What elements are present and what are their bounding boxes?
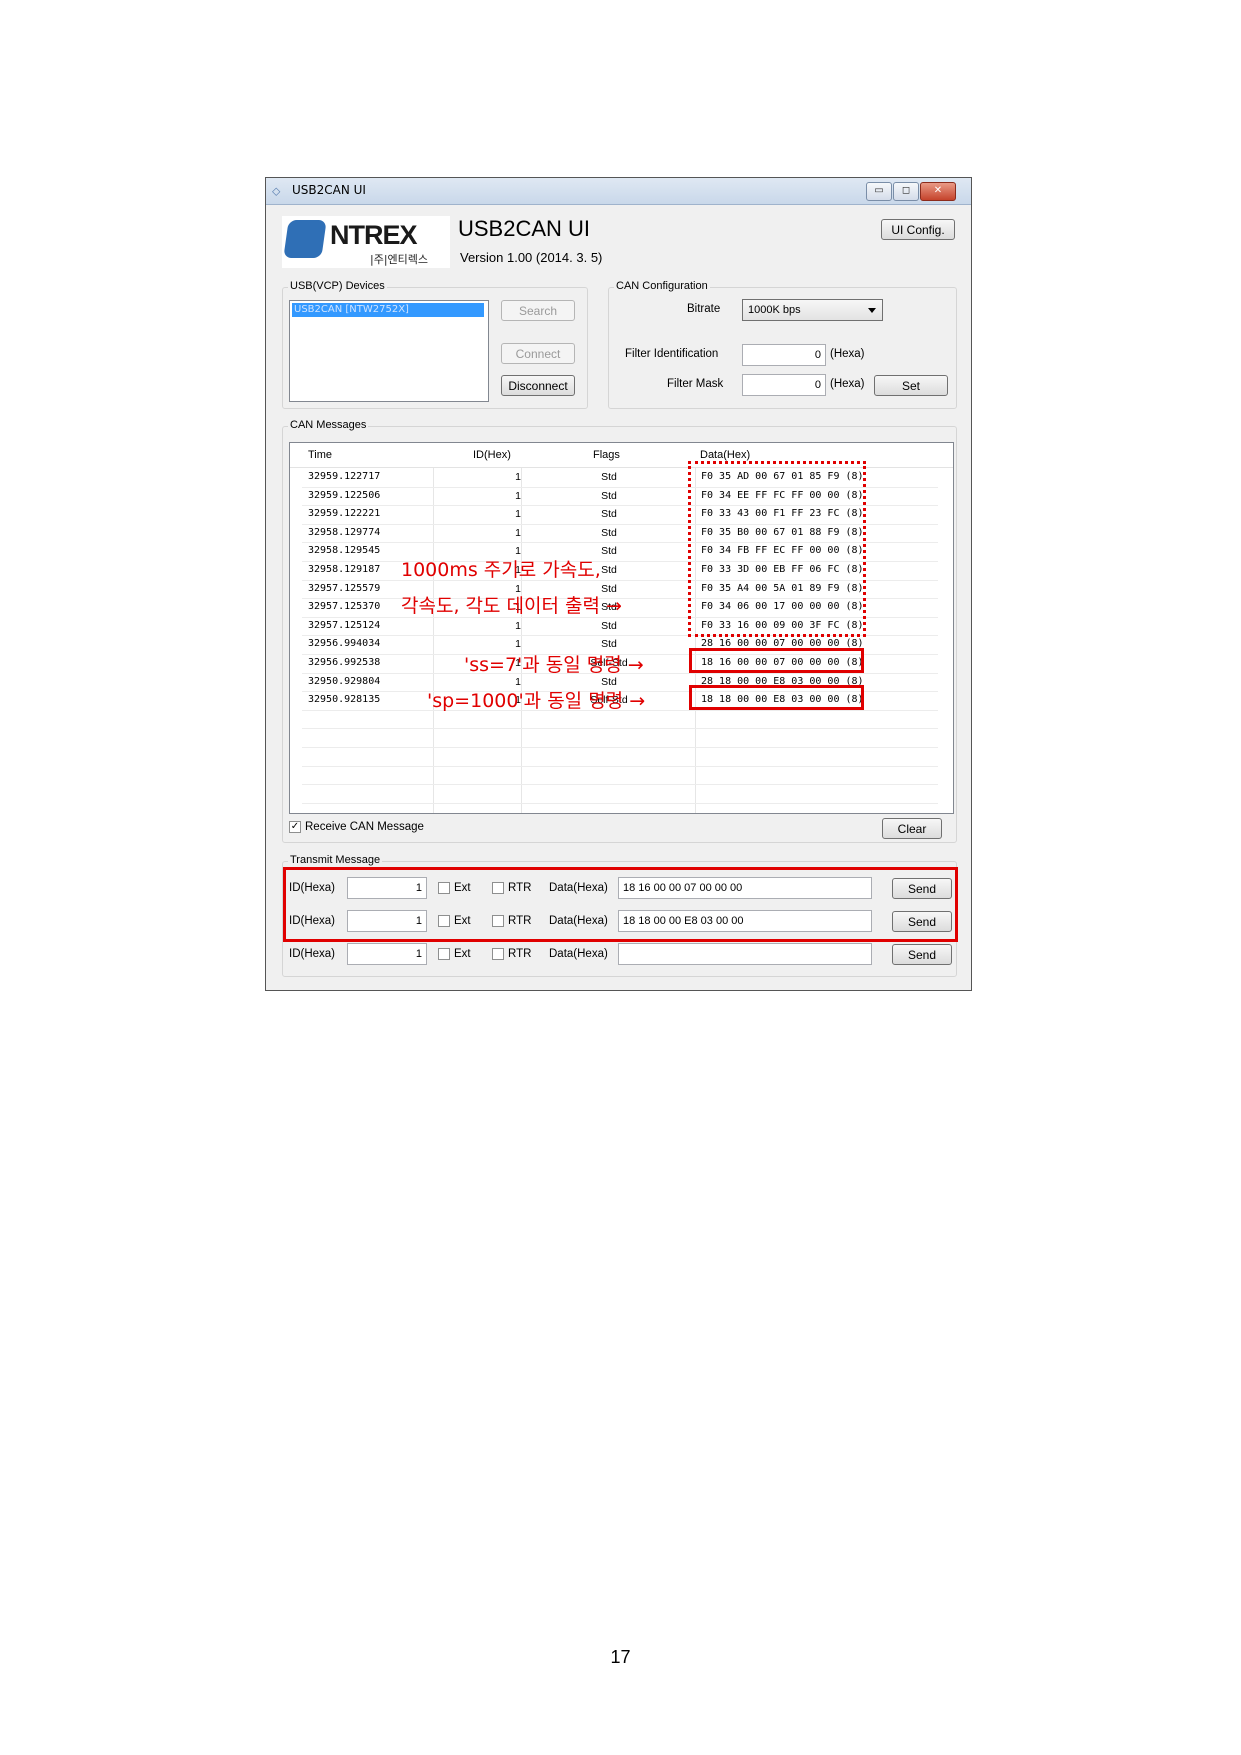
col-data[interactable]: Data(Hex) [700,449,750,461]
table-row-line [302,784,938,786]
row-flags: Std [601,638,617,651]
disconnect-button[interactable]: Disconnect [501,375,575,396]
receive-checkbox[interactable]: ✓ [289,821,301,833]
chevron-down-icon [868,308,876,313]
table-row-line [302,802,938,804]
app-icon: ⬦ [272,184,281,198]
filter-id-input[interactable]: 0 [742,344,826,366]
col-flags[interactable]: Flags [593,449,620,461]
row-time: 32957.125370 [308,601,381,613]
row-flags: Std [601,489,617,502]
row-time: 32959.122717 [308,471,381,482]
app-title: USB2CAN UI [458,216,591,241]
filter-mask-input[interactable]: 0 [742,374,826,396]
usb-devices-label: USB(VCP) Devices [288,280,387,292]
tx-ext-label: Ext [454,948,471,960]
page-number: 17 [610,1647,631,1667]
transmit-highlight-box [283,867,958,942]
set-button[interactable]: Set [874,375,948,396]
ss-response-highlight-box [689,648,864,673]
usb2can-window: ⬦ USB2CAN UI ▭ ◻ ✕ NTREX |주|엔티렉스 USB2CAN… [265,177,972,991]
window-title: USB2CAN UI [292,183,366,197]
search-button[interactable]: Search [501,300,575,321]
row-time: 32950.928135 [308,694,381,706]
tx-id-label: ID(Hexa) [289,948,336,960]
row-time: 32956.994034 [308,638,381,650]
annotation-ss: 'ss=7'과 동일 명령 → [464,654,644,676]
usb-device-list[interactable]: USB2CAN [NTW2752X] [289,300,489,402]
row-time: 32958.129187 [308,564,381,575]
row-flags: Std [601,508,617,521]
filter-id-label: Filter Identification [625,348,719,360]
filter-mask-label: Filter Mask [667,378,724,390]
can-messages-label: CAN Messages [288,419,369,431]
row-time: 32957.125579 [308,582,381,594]
logo-brand: NTREX [330,220,418,250]
tx-id-input[interactable]: 1 [347,943,427,965]
connect-button[interactable]: Connect [501,343,575,364]
app-version: Version 1.00 (2014. 3. 5) [460,250,603,265]
bitrate-value: 1000K bps [748,304,801,316]
tx-rtr-label: RTR [508,948,532,960]
row-time: 32950.929804 [308,675,381,687]
table-row-line [302,728,938,730]
can-config-label: CAN Configuration [614,280,710,292]
filter-mask-unit: (Hexa) [830,378,865,390]
column-divider [433,443,434,813]
ntrex-logo: NTREX |주|엔티렉스 [282,216,450,268]
row-flags: Std [601,619,617,632]
row-flags: Std [601,471,617,483]
bitrate-label: Bitrate [687,303,721,315]
annotation-output: 각속도, 각도 데이터 출력 → [401,595,622,617]
table-row-line [302,765,938,767]
title-bar: ⬦ USB2CAN UI ▭ ◻ ✕ [266,178,971,205]
row-time: 32959.122221 [308,508,381,520]
row-flags: Std [601,526,617,539]
tx-data-label: Data(Hexa) [549,948,608,960]
clear-button[interactable]: Clear [882,818,942,839]
usb-device-item[interactable]: USB2CAN [NTW2752X] [292,303,484,317]
annotation-period: 1000ms 주기로 가속도, [401,559,601,581]
row-time: 32959.122506 [308,489,381,501]
sensor-data-highlight-box [688,461,866,637]
ntrex-logo-icon [283,220,327,258]
col-id[interactable]: ID(Hex) [473,449,511,461]
row-id: 1 [515,471,521,483]
row-time: 32956.992538 [308,657,381,668]
ui-config-button[interactable]: UI Config. [881,219,955,240]
row-id: 1 [515,526,521,539]
tx-data-input[interactable] [618,943,872,965]
close-button[interactable]: ✕ [920,182,956,201]
bitrate-select[interactable]: 1000K bps [742,299,883,321]
logo-subtitle: |주|엔티렉스 [370,253,429,266]
row-id: 1 [515,619,521,632]
tx-send-button[interactable]: Send [892,944,952,965]
table-row-line [302,747,938,748]
sp-response-highlight-box [689,685,864,710]
col-time[interactable]: Time [308,449,332,461]
minimize-button[interactable]: ▭ [866,182,892,201]
filter-id-unit: (Hexa) [830,348,865,360]
transmit-label: Transmit Message [288,854,383,866]
row-id: 1 [515,638,521,651]
tx-ext-checkbox[interactable] [438,948,450,960]
tx-rtr-checkbox[interactable] [492,948,504,960]
row-time: 32958.129774 [308,526,381,538]
maximize-button[interactable]: ◻ [893,182,919,201]
row-time: 32957.125124 [308,619,381,631]
annotation-sp: 'sp=1000'과 동일 명령 → [427,690,646,712]
row-id: 1 [515,508,521,521]
row-time: 32958.129545 [308,545,381,557]
receive-label: Receive CAN Message [305,821,424,833]
row-id: 1 [515,489,521,502]
